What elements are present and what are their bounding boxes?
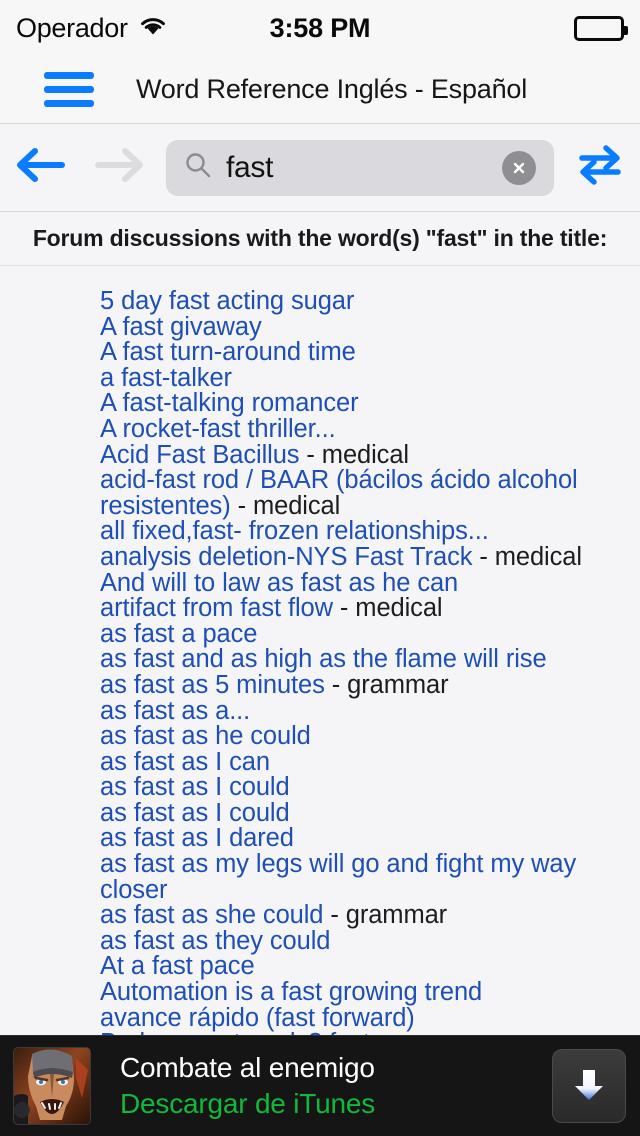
browser-toolbar: fast (0, 124, 640, 212)
list-item[interactable]: analysis deletion-NYS Fast Track - medic… (100, 542, 640, 571)
forum-result-link[interactable]: Acid Fast Bacillus (100, 441, 300, 469)
status-bar: Operador 3:58 PM (0, 0, 640, 56)
forum-result-link[interactable]: And will to law as fast as he can (100, 569, 458, 597)
list-item[interactable]: acid-fast rod / BAAR (bácilos ácido alco… (100, 467, 640, 520)
forum-result-link[interactable]: A fast turn-around time (100, 338, 356, 366)
list-item[interactable]: as fast as a... (100, 697, 640, 725)
hamburger-menu-icon[interactable] (44, 72, 94, 107)
section-header: Forum discussions with the word(s) "fast… (0, 212, 640, 266)
ad-title: Combate al enemigo (120, 1052, 375, 1083)
list-item[interactable]: as fast as I can (100, 748, 640, 776)
forum-result-link[interactable]: as fast as they could (100, 927, 330, 955)
forum-result-category: - grammar (323, 901, 448, 930)
list-item[interactable]: A fast givaway (100, 313, 640, 341)
forum-result-category: - medical (299, 440, 409, 469)
forum-result-link[interactable]: as fast as my legs will go and fight my … (100, 850, 576, 904)
ad-banner[interactable]: Combate al enemigo Descargar de iTunes (0, 1035, 640, 1136)
search-input[interactable]: fast (166, 139, 554, 196)
list-item[interactable]: as fast a pace (100, 620, 640, 648)
app-header: Word Reference Inglés - Español (0, 56, 640, 124)
download-arrow-icon (567, 1062, 611, 1111)
ad-text-block: Combate al enemigo Descargar de iTunes (120, 1052, 375, 1120)
game-warrior-icon (14, 1048, 90, 1124)
forum-result-link[interactable]: as fast as I could (100, 773, 290, 801)
list-item[interactable]: A rocket-fast thriller... (100, 415, 640, 443)
forum-result-category: - grammar (324, 670, 449, 699)
list-item[interactable]: And will to law as fast as he can (100, 569, 640, 597)
forum-result-link[interactable]: analysis deletion-NYS Fast Track (100, 543, 472, 571)
ad-subtitle[interactable]: Descargar de iTunes (120, 1088, 375, 1120)
list-item[interactable]: artifact from fast flow - medical (100, 594, 640, 623)
list-item[interactable]: as fast as 5 minutes - grammar (100, 670, 640, 699)
list-item[interactable]: 5 day fast acting sugar (100, 287, 640, 315)
battery-icon (574, 15, 628, 41)
list-item[interactable]: a fast-talker (100, 364, 640, 392)
forum-results-list[interactable]: 5 day fast acting sugar A fast givaway A f… (0, 267, 640, 1035)
list-item[interactable]: A fast turn-around time (100, 338, 640, 366)
forum-result-link[interactable]: artifact from fast flow (100, 594, 333, 622)
list-item[interactable]: all fixed,fast- frozen relationships... (100, 519, 640, 545)
arrow-right-icon (93, 145, 147, 190)
arrow-left-icon (13, 145, 67, 190)
menu-bar-3 (44, 100, 94, 107)
clear-search-icon[interactable] (502, 150, 536, 185)
list-item[interactable]: as fast as she could - grammar (100, 901, 640, 930)
ad-download-button[interactable] (552, 1049, 626, 1123)
forum-result-link[interactable]: At a fast pace (100, 952, 255, 980)
wifi-icon (138, 15, 168, 42)
list-item[interactable]: At a fast pace (100, 954, 640, 980)
list-item[interactable]: as fast as they could (100, 927, 640, 955)
swap-arrows-icon (575, 143, 625, 192)
forum-result-link[interactable]: as fast a pace (100, 620, 257, 648)
list-item[interactable]: avance rápido (fast forward) (100, 1004, 640, 1032)
list-item[interactable]: as fast as I dared (100, 826, 640, 852)
forum-result-link[interactable]: avance rápido (fast forward) (100, 1004, 415, 1032)
forum-result-category: - medical (472, 542, 582, 571)
forum-result-link[interactable]: as fast as 5 minutes (100, 671, 325, 699)
forum-result-link[interactable]: all fixed,fast- frozen relationships... (100, 517, 489, 545)
forum-result-link[interactable]: as fast as a... (100, 697, 250, 725)
carrier-label: Operador (16, 12, 128, 43)
swap-languages-button[interactable] (560, 143, 640, 192)
back-button[interactable] (0, 145, 80, 190)
list-item[interactable]: as fast as I could (100, 773, 640, 801)
search-query-text: fast (226, 150, 274, 184)
list-item[interactable]: as fast and as high as the flame will ri… (100, 647, 640, 673)
status-bar-left: Operador (16, 13, 168, 44)
forum-result-link[interactable]: as fast as he could (100, 722, 311, 750)
forum-result-link[interactable]: as fast as I dared (100, 824, 294, 852)
forum-result-link[interactable]: A rocket-fast thriller... (100, 415, 336, 443)
list-item[interactable]: as fast as I could (100, 799, 640, 827)
search-icon (184, 151, 212, 184)
forum-result-link[interactable]: A fast-talking romancer (100, 389, 359, 417)
list-item[interactable]: as fast as he could (100, 722, 640, 750)
section-header-label: Forum discussions with the word(s) "fast… (32, 225, 608, 251)
forum-result-link[interactable]: as fast as she could (100, 901, 323, 929)
status-bar-right (574, 15, 628, 41)
page-title: Word Reference Inglés - Español (136, 74, 528, 104)
forum-result-link[interactable]: as fast as I could (100, 799, 290, 827)
forum-result-category: - medical (332, 594, 443, 623)
list-item[interactable]: A fast-talking romancer (100, 391, 640, 417)
forum-result-link[interactable]: as fast as I can (100, 748, 270, 776)
list-item[interactable]: Acid Fast Bacillus - medical (100, 440, 640, 469)
forum-result-link[interactable]: as fast and as high as the flame will ri… (100, 645, 547, 673)
forum-result-link[interactable]: a fast-talker (100, 364, 232, 392)
forum-result-link[interactable]: A fast givaway (100, 313, 262, 341)
forum-result-link[interactable]: Automation is a fast growing trend (100, 978, 482, 1006)
forum-result-category: - medical (230, 491, 341, 520)
list-item[interactable]: as fast as my legs will go and fight my … (100, 850, 640, 904)
list-item[interactable]: Automation is a fast growing trend (100, 978, 640, 1006)
forum-result-link[interactable]: 5 day fast acting sugar (100, 287, 354, 315)
menu-bar-2 (44, 86, 94, 93)
menu-bar-1 (44, 72, 94, 79)
forward-button[interactable] (80, 145, 160, 190)
